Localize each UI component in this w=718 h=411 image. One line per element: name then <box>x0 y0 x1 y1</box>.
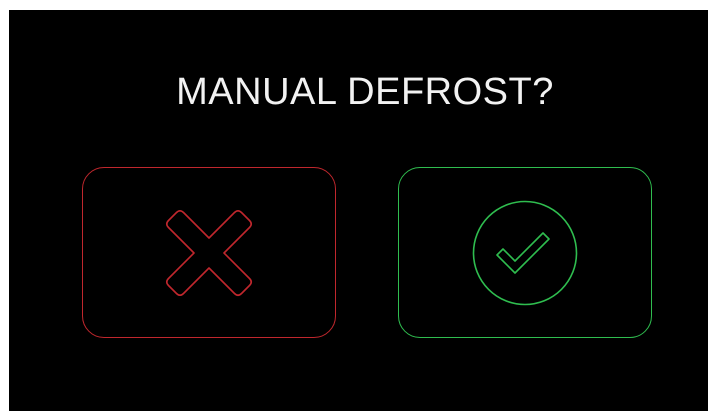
confirm-button[interactable] <box>398 167 652 338</box>
close-icon <box>165 209 253 296</box>
dialog-title: MANUAL DEFROST? <box>176 71 554 113</box>
check-circle-icon <box>472 200 578 305</box>
cancel-button[interactable] <box>82 167 336 338</box>
